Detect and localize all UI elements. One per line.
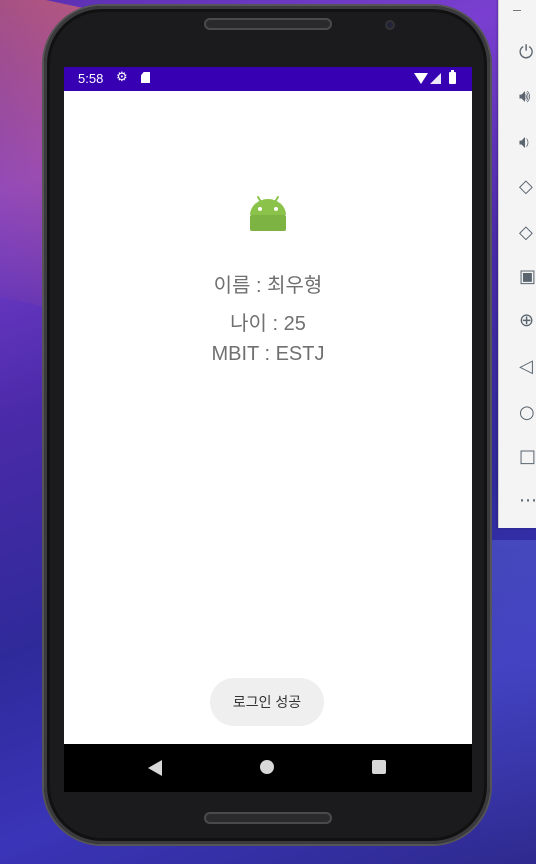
back-icon[interactable]	[148, 760, 162, 776]
age-text: 나이 : 25	[230, 313, 306, 335]
front-camera	[385, 20, 395, 30]
home-icon[interactable]: ○	[519, 402, 536, 424]
volume-down-icon[interactable]: 🔉︎	[519, 132, 536, 154]
zoom-icon[interactable]: ⊕	[519, 310, 536, 332]
cell-signal-icon	[430, 73, 441, 84]
emulator-toolbar: ⏻ 🔊︎ 🔉︎ ◇ ◇ ▣ ⊕ ◁ ○ □ ⋯	[498, 0, 536, 528]
rotate-left-icon[interactable]: ◇	[519, 176, 536, 198]
settings-gear-icon: ⚙	[116, 70, 128, 85]
status-time: 5:58	[78, 71, 104, 86]
sd-card-icon	[141, 72, 150, 83]
back-icon[interactable]: ◁	[519, 356, 536, 378]
camera-icon[interactable]: ▣	[519, 266, 536, 288]
more-icon[interactable]: ⋯	[519, 490, 536, 512]
volume-up-icon[interactable]: 🔊︎	[519, 86, 536, 108]
toast-message: 로그인 성공	[210, 678, 324, 726]
status-bar: 5:58 ⚙	[64, 67, 472, 91]
rotate-right-icon[interactable]: ◇	[519, 222, 536, 244]
mbti-text: MBIT : ESTJ	[211, 343, 325, 365]
minimize-icon[interactable]	[513, 10, 521, 11]
navigation-bar	[64, 744, 472, 792]
device-screen: 5:58 ⚙ 이름 : 최우형 나이 : 25 MBIT : ESTJ 로그인 …	[64, 67, 472, 744]
power-icon[interactable]: ⏻	[519, 42, 536, 64]
battery-icon	[449, 70, 456, 84]
wifi-icon	[414, 73, 428, 84]
top-speaker	[204, 18, 332, 30]
android-robot-icon	[250, 196, 286, 231]
name-text: 이름 : 최우형	[213, 275, 323, 297]
phone-frame: 5:58 ⚙ 이름 : 최우형 나이 : 25 MBIT : ESTJ 로그인 …	[44, 6, 490, 844]
bottom-speaker	[204, 812, 332, 824]
recents-icon[interactable]	[372, 760, 386, 774]
overview-icon[interactable]: □	[519, 446, 536, 468]
home-icon[interactable]	[260, 760, 274, 774]
